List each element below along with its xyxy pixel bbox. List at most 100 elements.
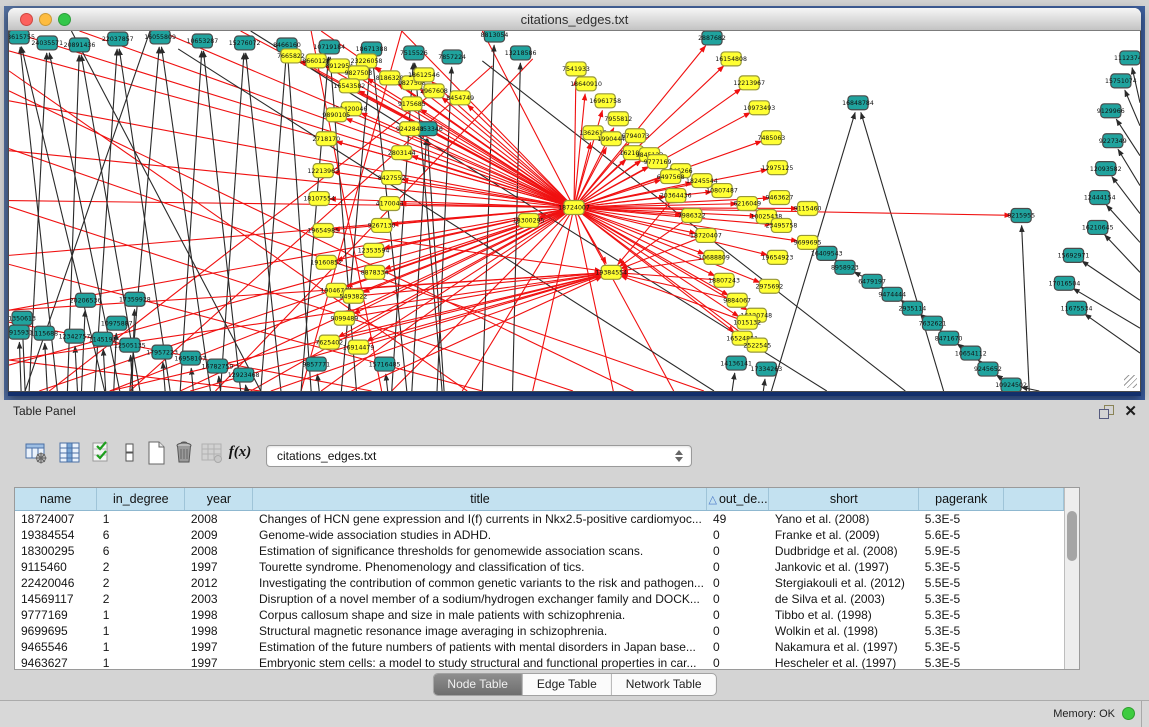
table-row[interactable]: 1872400712008Changes of HCN gene express… (15, 511, 1064, 528)
graph-node[interactable]: 18107554 (303, 192, 335, 206)
graph-node[interactable]: 8427552 (378, 171, 406, 185)
graph-node[interactable]: 9463627 (766, 191, 794, 205)
tab-network-table[interactable]: Network Table (611, 674, 716, 695)
table-row[interactable]: 946554611997Estimation of the future num… (15, 639, 1064, 655)
table-row[interactable]: 1830029562008Estimation of significance … (15, 543, 1064, 559)
graph-node[interactable]: 12213967 (733, 76, 765, 90)
graph-node[interactable]: 7515526 (400, 46, 428, 60)
graph-node[interactable]: 12342757 (59, 329, 91, 343)
graph-node[interactable]: 11675534 (1061, 301, 1093, 315)
graph-node[interactable]: 10975887 (101, 316, 133, 330)
table-source-select[interactable]: citations_edges.txt (266, 445, 692, 467)
graph-node[interactable]: 9129966 (1097, 104, 1125, 118)
graph-node[interactable]: 9474444 (878, 287, 906, 301)
graph-node[interactable]: 16961758 (589, 94, 621, 108)
graph-node[interactable]: 18640910 (570, 77, 602, 91)
table-settings-icon[interactable] (22, 440, 50, 468)
graph-node[interactable]: 9884067 (723, 293, 751, 307)
graph-node[interactable]: 15716485 (369, 357, 401, 371)
column-header[interactable]: △out_de... (707, 488, 769, 511)
graph-node[interactable]: 1115688 (30, 326, 58, 340)
network-canvas[interactable]: 1861575524035571208914362203785716055809… (9, 31, 1140, 391)
graph-node[interactable]: 7541933 (562, 62, 590, 76)
graph-node[interactable]: 15276072 (229, 36, 261, 50)
graph-node[interactable]: 12213963 (307, 164, 339, 178)
graph-node[interactable]: 6794073 (622, 129, 650, 143)
column-header[interactable]: in_degree (97, 488, 185, 511)
graph-node[interactable]: 16914479 (343, 340, 375, 354)
graph-node[interactable]: 22037857 (102, 32, 134, 46)
graph-node[interactable]: 10654112 (955, 346, 987, 360)
graph-node[interactable]: 2718170 (312, 132, 340, 146)
graph-node[interactable]: 19160852 (310, 255, 342, 269)
graph-node[interactable]: 2887682 (698, 31, 726, 45)
delete-column-icon[interactable] (170, 440, 198, 468)
graph-node[interactable]: 9267130 (368, 218, 396, 232)
graph-node[interactable]: 9245652 (974, 362, 1002, 376)
graph-node[interactable]: 12505135 (114, 338, 146, 352)
close-panel-icon[interactable]: ✕ (1124, 402, 1137, 420)
graph-node[interactable]: 7857224 (438, 50, 466, 64)
graph-node[interactable]: 8878334 (361, 265, 389, 279)
graph-node[interactable]: 9242848 (396, 122, 424, 136)
graph-node[interactable]: 17334263 (750, 362, 782, 376)
graph-node[interactable]: 12444154 (1084, 191, 1116, 205)
column-header[interactable]: pagerank (919, 488, 1004, 511)
graph-node[interactable]: 9857771 (302, 357, 330, 371)
graph-node[interactable]: 16154808 (715, 52, 747, 66)
graph-node[interactable]: 17359928 (119, 292, 151, 306)
column-header[interactable]: name (15, 488, 97, 511)
table-row[interactable]: 911546021997Tourette syndrome. Phenomeno… (15, 559, 1064, 575)
graph-node[interactable]: 6497568 (657, 170, 685, 184)
graph-node[interactable]: 9777169 (644, 155, 672, 169)
graph-node[interactable]: 2803144 (388, 146, 416, 160)
graph-node[interactable]: 8215955 (1007, 209, 1035, 223)
graph-node[interactable]: 12093582 (1090, 162, 1122, 176)
column-header[interactable] (1004, 488, 1064, 511)
graph-node[interactable]: 19654923 (762, 250, 794, 264)
table-row[interactable]: 946362711997Embryonic stem cells: a mode… (15, 655, 1064, 669)
column-header[interactable]: short (769, 488, 919, 511)
graph-node[interactable]: 9099489 (330, 311, 358, 325)
graph-node[interactable]: 7485063 (758, 131, 786, 145)
table-row[interactable]: 969969511998Structural magnetic resonanc… (15, 623, 1064, 639)
graph-node[interactable]: 14136141 (720, 356, 752, 370)
graph-node[interactable]: 9827503 (345, 66, 373, 80)
graph-node[interactable]: 24035571 (31, 36, 63, 50)
table-row[interactable]: 1456911722003Disruption of a novel membe… (15, 591, 1064, 607)
network-view[interactable]: 1861575524035571208914362203785716055809… (8, 31, 1141, 392)
graph-node[interactable]: 1145191 (89, 332, 117, 346)
graph-node[interactable]: 15692971 (1058, 248, 1090, 262)
clear-selection-icon[interactable] (116, 440, 144, 468)
graph-node[interactable]: 2975692 (755, 279, 783, 293)
graph-node[interactable]: 20364436 (660, 189, 692, 203)
table-row[interactable]: 977716911998Corpus callosum shape and si… (15, 607, 1064, 623)
graph-node[interactable]: 10924502 (995, 378, 1027, 391)
graph-node[interactable]: 2935114 (899, 301, 927, 315)
graph-node[interactable]: 9890105 (322, 108, 350, 122)
graph-node[interactable]: 16848784 (842, 96, 874, 110)
graph-node[interactable]: 8958923 (831, 260, 859, 274)
graph-node[interactable]: 9115460 (794, 202, 822, 216)
graph-node[interactable]: 12975125 (762, 161, 794, 175)
graph-node[interactable]: 7986322 (678, 209, 706, 223)
graph-node[interactable]: 19654985 (307, 223, 339, 237)
graph-node[interactable]: 5493822 (340, 289, 368, 303)
graph-node[interactable]: 9699695 (794, 235, 822, 249)
graph-node[interactable]: 8471670 (935, 331, 963, 345)
graph-node[interactable]: 7665822 (277, 49, 305, 63)
graph-node[interactable]: 17016504 (1049, 276, 1081, 290)
network-window-titlebar[interactable]: citations_edges.txt (8, 8, 1141, 31)
graph-node[interactable]: 8813054 (481, 31, 509, 42)
graph-node[interactable]: 11123744 (1114, 51, 1140, 65)
graph-node[interactable]: 13218586 (505, 46, 537, 60)
column-visibility-icon[interactable] (56, 440, 84, 468)
tab-edge-table[interactable]: Edge Table (522, 674, 611, 695)
graph-node[interactable]: 1015132 (733, 315, 761, 329)
column-header[interactable]: year (185, 488, 253, 511)
float-panel-icon[interactable] (1099, 405, 1113, 418)
graph-node[interactable]: 6479197 (858, 274, 886, 288)
graph-node[interactable]: 9175685 (398, 97, 426, 111)
table-scrollbar-thumb[interactable] (1067, 511, 1077, 561)
graph-node[interactable]: 10688809 (698, 250, 730, 264)
